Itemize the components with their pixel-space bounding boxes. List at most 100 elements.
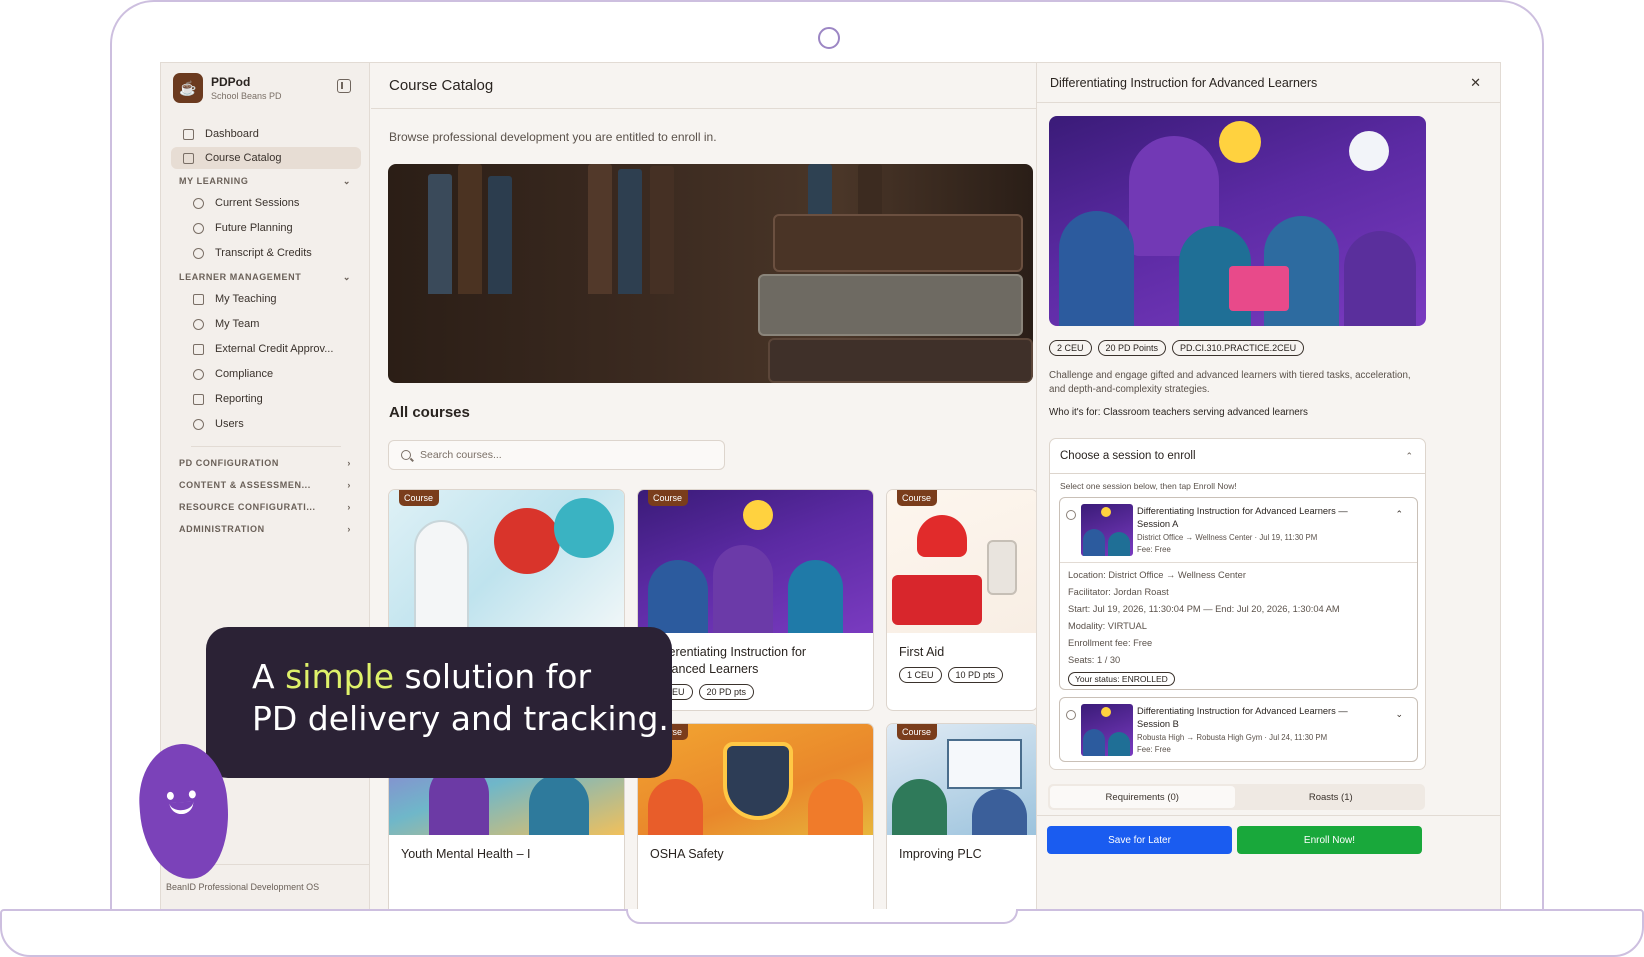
section-my-learning[interactable]: MY LEARNING ⌄: [171, 171, 361, 191]
session-hint: Select one session below, then tap Enrol…: [1060, 481, 1237, 491]
user-cog-icon: [193, 418, 204, 430]
course-detail-panel: Differentiating Instruction for Advanced…: [1036, 63, 1500, 909]
course-image: Course: [887, 724, 1037, 835]
grid-icon: [183, 128, 194, 140]
course-title: First Aid: [899, 645, 945, 659]
tab-roasts[interactable]: Roasts (1): [1239, 786, 1424, 808]
brand: ☕ PDPod School Beans PD: [173, 73, 282, 103]
course-image: Course: [887, 490, 1037, 633]
panel-tabs: Requirements (0) Roasts (1): [1048, 784, 1425, 810]
coffee-cup-icon: ☕: [173, 73, 203, 103]
session-location: Location: District Office → Wellness Cen…: [1068, 570, 1246, 580]
sidebar-item-label: Reporting: [215, 393, 263, 405]
chevron-down-icon: ⌄: [342, 271, 351, 282]
sidebar-item-my-team[interactable]: My Team: [171, 312, 361, 336]
pd-points-chip: 10 PD pts: [947, 667, 1004, 683]
status-badge: Your status: ENROLLED: [1068, 672, 1175, 686]
section-content-assessment[interactable]: CONTENT & ASSESSMEN... ›: [171, 475, 361, 495]
section-learner-management[interactable]: LEARNER MANAGEMENT ⌄: [171, 267, 361, 287]
route-icon: [193, 222, 204, 234]
course-image: Course: [389, 490, 624, 633]
section-pd-configuration[interactable]: PD CONFIGURATION ›: [171, 453, 361, 473]
session-radio[interactable]: [1066, 510, 1076, 520]
course-title: Youth Mental Health – I: [401, 847, 531, 861]
laptop-notch: [626, 909, 1018, 924]
close-icon[interactable]: ✕: [1470, 75, 1481, 91]
sidebar-item-label: Compliance: [215, 368, 274, 380]
search-input[interactable]: [420, 449, 700, 461]
sidebar-item-label: My Team: [215, 318, 260, 330]
users-icon: [193, 318, 204, 330]
sidebar-item-current-sessions[interactable]: Current Sessions: [171, 191, 361, 215]
sidebar-item-future-planning[interactable]: Future Planning: [171, 216, 361, 240]
course-tag: Course: [648, 490, 689, 506]
sidebar-item-external-credit[interactable]: External Credit Approv...: [171, 337, 361, 361]
sidebar-item-transcript[interactable]: Transcript & Credits: [171, 241, 361, 265]
session-option-b[interactable]: Differentiating Instruction for Advanced…: [1059, 697, 1418, 762]
ceu-chip: 2 CEU: [1049, 340, 1092, 356]
session-facilitator: Facilitator: Jordan Roast: [1068, 587, 1169, 597]
session-option-a[interactable]: Differentiating Instruction for Advanced…: [1059, 497, 1418, 690]
session-dates: Start: Jul 19, 2026, 11:30:04 PM — End: …: [1068, 604, 1340, 614]
tagline-text: solution for: [394, 657, 592, 696]
shield-icon: [193, 368, 204, 380]
course-card[interactable]: Course Differentiating Instruction for A…: [637, 489, 874, 711]
chevron-up-icon: ⌃: [1405, 450, 1413, 461]
search-icon: [401, 450, 411, 460]
tagline-line-2: PD delivery and tracking.: [252, 699, 669, 738]
session-title: Differentiating Instruction for Advanced…: [1137, 506, 1348, 529]
sidebar-item-label: Future Planning: [215, 222, 293, 234]
brand-org: School Beans PD: [211, 91, 282, 101]
pd-points-chip: 20 PD pts: [698, 684, 755, 700]
tab-requirements[interactable]: Requirements (0): [1050, 786, 1235, 808]
section-title: All courses: [389, 404, 470, 421]
tagline-text: A: [252, 657, 286, 696]
sidebar-item-users[interactable]: Users: [171, 412, 361, 436]
mascot-smile: [169, 801, 195, 815]
session-fee: Fee: Free: [1137, 745, 1171, 754]
mascot-eye: [188, 790, 197, 799]
graduation-cap-icon: [193, 197, 204, 209]
main-content: Course Catalog Browse professional devel…: [371, 63, 1051, 909]
sidebar-item-my-teaching[interactable]: My Teaching: [171, 287, 361, 311]
section-label: PD CONFIGURATION: [179, 458, 279, 468]
chevron-up-icon[interactable]: ⌃: [1395, 509, 1403, 520]
session-chooser-header[interactable]: Choose a session to enroll ⌃: [1050, 439, 1425, 474]
section-label: ADMINISTRATION: [179, 524, 265, 534]
sidebar-item-label: Users: [215, 418, 244, 430]
panel-title: Differentiating Instruction for Advanced…: [1050, 75, 1318, 90]
audience-text: Who it's for: Classroom teachers serving…: [1049, 407, 1308, 418]
section-resource-configuration[interactable]: RESOURCE CONFIGURATI... ›: [171, 497, 361, 517]
clipboard-icon: [193, 343, 204, 355]
course-description: Challenge and engage gifted and advanced…: [1049, 370, 1411, 395]
course-tag: Course: [399, 490, 440, 506]
session-seats: Seats: 1 / 30: [1068, 655, 1121, 665]
divider: [191, 446, 341, 447]
sidebar-item-label: Transcript & Credits: [215, 247, 312, 259]
course-card[interactable]: Course OSHA Safety: [637, 723, 874, 909]
sidebar-item-label: Current Sessions: [215, 197, 300, 209]
search-box[interactable]: [388, 440, 725, 470]
chevron-right-icon: ›: [347, 480, 351, 490]
course-card[interactable]: Course First Aid 1 CEU 10 PD pts: [886, 489, 1038, 711]
save-for-later-button[interactable]: Save for Later: [1047, 826, 1232, 854]
course-card[interactable]: Course Improving PLC: [886, 723, 1038, 909]
chevron-down-icon[interactable]: ⌄: [1395, 709, 1403, 720]
sidebar-item-compliance[interactable]: Compliance: [171, 362, 361, 386]
session-radio[interactable]: [1066, 710, 1076, 720]
section-administration[interactable]: ADMINISTRATION ›: [171, 519, 361, 539]
chevron-right-icon: ›: [347, 502, 351, 512]
sidebar-item-course-catalog[interactable]: Course Catalog: [171, 147, 361, 169]
session-thumbnail: [1081, 704, 1133, 756]
course-image: Course: [638, 490, 873, 633]
sidebar-item-reporting[interactable]: Reporting: [171, 387, 361, 411]
enroll-now-button[interactable]: Enroll Now!: [1237, 826, 1422, 854]
sidebar-item-dashboard[interactable]: Dashboard: [171, 123, 361, 145]
section-label: CONTENT & ASSESSMEN...: [179, 480, 311, 490]
sidebar-item-label: Dashboard: [205, 128, 259, 140]
course-chips: 2 CEU 20 PD pts: [638, 678, 873, 700]
mascot-eye: [166, 791, 175, 801]
sidebar-collapse-icon[interactable]: [337, 79, 351, 93]
presentation-icon: [193, 293, 204, 305]
panel-chips: 2 CEU 20 PD Points PD.CI.310.PRACTICE.2C…: [1049, 340, 1305, 356]
